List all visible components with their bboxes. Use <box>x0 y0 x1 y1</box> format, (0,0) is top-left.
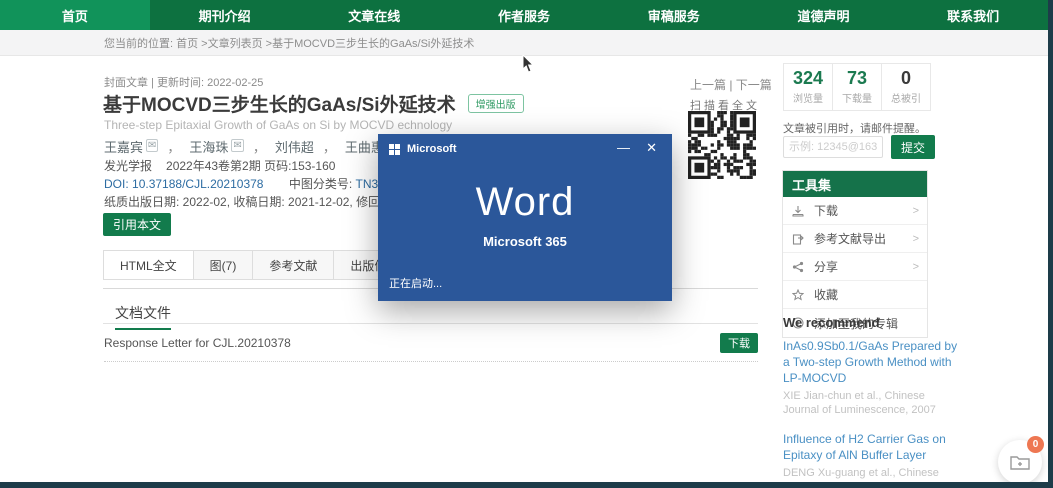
recommend-article-link[interactable]: Influence of H2 Carrier Gas on Epitaxy o… <box>783 431 961 463</box>
stat-cell-2: 73下载量 <box>833 64 882 110</box>
citation-alert-text: 文章被引用时，请邮件提醒。 <box>783 120 926 136</box>
doc-section-divider <box>103 323 758 324</box>
article-stats: 324浏览量73下载量0总被引 <box>783 63 931 111</box>
tool-item-4[interactable]: 收藏 <box>783 281 927 309</box>
file-name: Response Letter for CJL.20210378 <box>104 336 291 350</box>
qr-code <box>688 111 756 179</box>
window-frame-right <box>1048 0 1053 488</box>
tool-label: 分享 <box>814 258 913 275</box>
minimize-icon[interactable]: — <box>617 140 630 155</box>
chevron-right-icon: > <box>913 233 919 245</box>
close-icon[interactable]: ✕ <box>646 140 657 156</box>
email-icon[interactable]: ✉ <box>146 139 158 152</box>
journal-line: 发光学报 2022年43卷第2期 页码:153-160 <box>104 157 335 174</box>
article-meta: 封面文章 | 更新时间: 2022-02-25 <box>104 74 263 90</box>
stat-cell-3: 0总被引 <box>882 64 930 110</box>
email-alert-input[interactable] <box>783 136 883 158</box>
my-album-floating-button[interactable]: 0 <box>998 440 1042 484</box>
tab-1[interactable]: HTML全文 <box>103 250 194 280</box>
word-splash-window: Microsoft — ✕ Word Microsoft 365 正在启动... <box>378 134 672 301</box>
doi-label: DOI: <box>104 177 129 191</box>
page-title: 基于MOCVD三步生长的GaAs/Si外延技术 <box>103 90 456 117</box>
toolset-header: 工具集 <box>783 171 927 197</box>
doi-line: DOI: 10.37188/CJL.20210378 中图分类号: TN304.… <box>104 175 402 192</box>
prev-next-links[interactable]: 上一篇 | 下一篇 <box>690 76 772 93</box>
word-starting-status: 正在启动... <box>389 275 442 291</box>
clc-label: 中图分类号: <box>289 177 352 191</box>
browser-viewport: 首页期刊介绍文章在线作者服务审稿服务道德声明联系我们 您当前的位置: 首页 >文… <box>0 0 1053 488</box>
author-link[interactable]: 刘伟超 <box>275 140 314 155</box>
stat-label: 浏览量 <box>793 90 823 105</box>
stat-cell-1: 324浏览量 <box>784 64 833 110</box>
recommend-list: InAs0.9Sb0.1/GaAs Prepared by a Two-step… <box>783 338 961 488</box>
stat-value: 73 <box>847 69 867 89</box>
star-icon <box>791 288 805 302</box>
nav-item-6[interactable]: 道德声明 <box>749 0 899 30</box>
recommend-item-1: InAs0.9Sb0.1/GaAs Prepared by a Two-step… <box>783 338 961 418</box>
nav-item-2[interactable]: 期刊介绍 <box>150 0 300 30</box>
recommend-item-2: Influence of H2 Carrier Gas on Epitaxy o… <box>783 431 961 488</box>
word-titlebar: Microsoft <box>389 143 457 155</box>
article-title-row: 基于MOCVD三步生长的GaAs/Si外延技术 增强出版 <box>103 90 524 117</box>
chevron-right-icon: > <box>913 205 919 217</box>
author-separator: ， <box>167 140 180 155</box>
nav-item-3[interactable]: 文章在线 <box>299 0 449 30</box>
stat-label: 总被引 <box>891 90 921 105</box>
author-link[interactable]: 王海珠 <box>189 140 228 155</box>
doi-link[interactable]: 10.37188/CJL.20210378 <box>132 177 263 191</box>
album-count-badge: 0 <box>1027 436 1044 453</box>
main-nav: 首页期刊介绍文章在线作者服务审稿服务道德声明联系我们 <box>0 0 1048 30</box>
breadcrumb: 您当前的位置: 首页 >文章列表页 >基于MOCVD三步生长的GaAs/Si外延… <box>0 30 1048 56</box>
export-references-icon <box>791 232 805 246</box>
tab-3[interactable]: 参考文献 <box>253 250 334 280</box>
author-separator: ， <box>323 140 336 155</box>
stat-value: 0 <box>901 69 911 89</box>
share-icon <box>791 260 805 274</box>
mouse-cursor <box>522 55 535 78</box>
tool-item-1[interactable]: 下载> <box>783 197 927 225</box>
tool-label: 下载 <box>814 202 913 219</box>
microsoft-365-label: Microsoft 365 <box>378 234 672 249</box>
cite-article-button[interactable]: 引用本文 <box>103 213 171 236</box>
nav-item-1[interactable]: 首页 <box>0 0 150 30</box>
journal-name-link[interactable]: 发光学报 <box>104 159 152 173</box>
email-icon[interactable]: ✉ <box>231 139 243 152</box>
tool-label: 收藏 <box>814 286 919 303</box>
tool-item-3[interactable]: 分享> <box>783 253 927 281</box>
author-link[interactable]: 王嘉宾 <box>104 140 143 155</box>
download-icon <box>791 204 805 218</box>
window-frame-bottom <box>0 482 1053 488</box>
author-separator: ， <box>253 140 266 155</box>
microsoft-logo-icon <box>389 144 400 155</box>
submit-button[interactable]: 提交 <box>891 135 935 159</box>
recommend-section-title: We recommend <box>783 315 880 330</box>
tab-2[interactable]: 图(7) <box>194 250 254 280</box>
nav-item-4[interactable]: 作者服务 <box>449 0 599 30</box>
document-file-row: Response Letter for CJL.20210378 下载 <box>104 333 758 362</box>
file-download-button[interactable]: 下载 <box>720 333 758 353</box>
article-tabs: HTML全文图(7)参考文献出版信息 <box>103 250 415 280</box>
breadcrumb-text: 您当前的位置: 首页 >文章列表页 >基于MOCVD三步生长的GaAs/Si外延… <box>104 35 474 51</box>
word-app-name: Word <box>378 180 672 225</box>
toolset-panel: 工具集 下载>参考文献导出>分享>收藏添加至我的专辑 <box>782 170 928 338</box>
tool-label: 参考文献导出 <box>814 230 913 247</box>
stat-label: 下载量 <box>842 90 872 105</box>
chevron-right-icon: > <box>913 261 919 273</box>
stat-value: 324 <box>793 69 823 89</box>
article-title-english: Three-step Epitaxial Growth of GaAs on S… <box>104 118 452 132</box>
folder-plus-icon <box>1010 454 1030 470</box>
journal-issue: 2022年43卷第2期 页码:153-160 <box>166 159 335 173</box>
recommend-article-link[interactable]: InAs0.9Sb0.1/GaAs Prepared by a Two-step… <box>783 338 961 387</box>
recommend-article-source: XIE Jian-chun et al., Chinese Journal of… <box>783 389 961 419</box>
doc-files-section-title: 文档文件 <box>115 303 171 330</box>
nav-item-7[interactable]: 联系我们 <box>898 0 1048 30</box>
microsoft-brand-label: Microsoft <box>407 143 457 155</box>
publication-dates: 纸质出版日期: 2022-02, 收稿日期: 2021-12-02, 修回日 <box>104 193 392 210</box>
enhanced-publication-badge: 增强出版 <box>468 94 524 113</box>
nav-item-5[interactable]: 审稿服务 <box>599 0 749 30</box>
tool-item-2[interactable]: 参考文献导出> <box>783 225 927 253</box>
